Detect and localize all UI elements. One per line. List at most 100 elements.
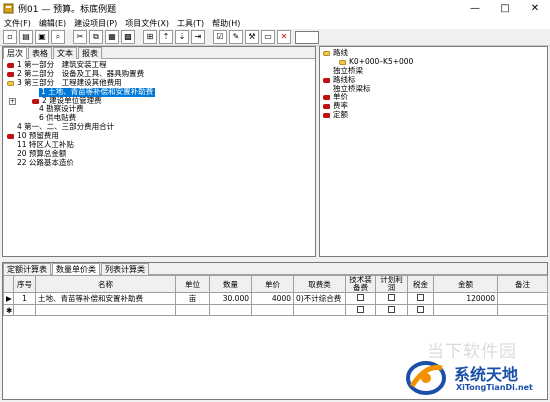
col-header-name[interactable]: 名称 [35, 275, 176, 293]
cell-unit[interactable] [175, 304, 210, 316]
tax-checkbox[interactable] [417, 305, 424, 313]
tab-quantity-price[interactable]: 数量单价类 [52, 263, 100, 275]
menu-project[interactable]: 建设项目(P) [70, 18, 121, 29]
bottom-tabs: 定额计算表 数量单价类 列表计算类 [3, 263, 547, 275]
cell-price[interactable]: 4000 [251, 292, 294, 305]
col-header-profit[interactable]: 计划利润 [375, 275, 408, 293]
tool-icon[interactable]: ⚒ [245, 30, 259, 44]
tab-quota-calc[interactable]: 定额计算表 [3, 263, 51, 275]
project-pane: 路线 K0+000–K5+000 独立桥梁 路线标 独立桥梁标 单价 费率 定额 [319, 46, 548, 257]
folder-red-icon [7, 62, 14, 68]
cell-unit[interactable]: 亩 [175, 292, 210, 305]
col-header-tax[interactable]: 税金 [407, 275, 434, 293]
top-tabs: 层次 表格 文本 报表 [3, 47, 315, 59]
cell-remark[interactable] [497, 292, 548, 305]
col-header-price[interactable]: 单价 [251, 275, 294, 293]
col-header-fee[interactable]: 取费类 [293, 275, 346, 293]
menu-help[interactable]: 帮助(H) [208, 18, 244, 29]
right-tree-item[interactable]: 定额 [323, 110, 547, 120]
menu-bar: 文件(F) 编辑(E) 建设项目(P) 项目文件(X) 工具(T) 帮助(H) [0, 17, 550, 29]
folder-open-icon [7, 80, 14, 86]
folder-red-icon [7, 71, 14, 77]
folder-open-icon [323, 50, 330, 56]
cell-seq[interactable] [13, 304, 36, 316]
profit-checkbox[interactable] [388, 294, 395, 301]
cell-fee[interactable]: 0)不计综合费 [293, 292, 346, 305]
delete-icon[interactable]: ✕ [277, 30, 291, 44]
tax-checkbox[interactable] [417, 294, 424, 301]
table-row-new[interactable]: ✱ [3, 304, 548, 316]
cell-equipment[interactable] [345, 292, 376, 305]
col-header-equipment[interactable]: 技术装备费 [345, 275, 376, 293]
maximize-button[interactable]: □ [490, 0, 520, 17]
tab-hierarchy[interactable]: 层次 [3, 47, 27, 59]
tab-text[interactable]: 文本 [53, 47, 77, 59]
check-icon[interactable]: ☑ [213, 30, 227, 44]
hierarchy-tree: 1 第一部分 建筑安装工程 2 第二部分 设备及工具、器具购置费 3 第三部分 … [3, 59, 315, 168]
paste-icon[interactable]: ▦ [105, 30, 119, 44]
tree-item[interactable]: 22 公路基本造价 [7, 158, 315, 168]
col-header-seq[interactable]: 序号 [13, 275, 36, 293]
folder-red-icon [32, 98, 39, 104]
copy-icon[interactable]: ⧉ [89, 30, 103, 44]
cut-icon[interactable]: ✂ [73, 30, 87, 44]
equipment-checkbox[interactable] [357, 305, 364, 313]
cell-price[interactable] [251, 304, 294, 316]
new-row-icon[interactable]: ✱ [3, 304, 14, 316]
right-tree-item[interactable]: 单价 [323, 93, 547, 102]
menu-file[interactable]: 文件(F) [0, 18, 35, 29]
row-indicator-header [3, 275, 14, 293]
close-button[interactable]: ✕ [520, 0, 550, 17]
cell-qty[interactable] [209, 304, 252, 316]
folder-open-icon [339, 59, 346, 65]
toolbar-input[interactable] [295, 30, 319, 44]
calc-icon[interactable]: ▩ [121, 30, 135, 44]
profit-checkbox[interactable] [388, 305, 395, 313]
calculation-panel: 定额计算表 数量单价类 列表计算类 序号 名称 单位 数量 单价 取费类 技术装… [2, 262, 548, 400]
col-header-qty[interactable]: 数量 [209, 275, 252, 293]
move-up-icon[interactable]: ⇡ [159, 30, 173, 44]
cell-profit[interactable] [375, 292, 408, 305]
cell-seq[interactable]: 1 [13, 292, 36, 305]
indent-icon[interactable]: ⇥ [191, 30, 205, 44]
move-down-icon[interactable]: ⇣ [175, 30, 189, 44]
window-controls: — □ ✕ [460, 0, 550, 17]
new-file-icon[interactable]: ▫ [3, 30, 17, 44]
right-tree-item[interactable]: 独立桥梁 [323, 66, 547, 76]
menu-project-file[interactable]: 项目文件(X) [121, 18, 173, 29]
menu-tools[interactable]: 工具(T) [173, 18, 208, 29]
cell-remark[interactable] [497, 304, 548, 316]
folder-red-icon [7, 134, 14, 140]
tab-table[interactable]: 表格 [28, 47, 52, 59]
cell-name[interactable]: 土地、青苗等补偿和安置补助费 [35, 292, 176, 305]
tab-list-calc[interactable]: 列表计算类 [101, 263, 149, 275]
cell-qty[interactable]: 30.000 [209, 292, 252, 305]
cell-tax[interactable] [407, 292, 434, 305]
insert-row-icon[interactable]: ⊞ [143, 30, 157, 44]
equipment-checkbox[interactable] [357, 294, 364, 301]
cell-profit[interactable] [375, 304, 408, 316]
cell-fee[interactable] [293, 304, 346, 316]
col-header-remark[interactable]: 备注 [497, 275, 548, 293]
cell-equipment[interactable] [345, 304, 376, 316]
row-indicator-icon[interactable]: ▶ [3, 292, 14, 305]
tab-report[interactable]: 报表 [78, 47, 102, 59]
expand-icon[interactable]: + [9, 97, 16, 105]
table-row[interactable]: ▶ 1 土地、青苗等补偿和安置补助费 亩 30.000 4000 0)不计综合费… [3, 292, 548, 305]
open-file-icon[interactable]: ▤ [19, 30, 33, 44]
cell-amount[interactable] [433, 304, 498, 316]
save-icon[interactable]: ▣ [35, 30, 49, 44]
cell-amount[interactable]: 120000 [433, 292, 498, 305]
folder-red-icon [323, 104, 330, 110]
minimize-button[interactable]: — [460, 0, 490, 17]
col-header-unit[interactable]: 单位 [175, 275, 210, 293]
print-preview-icon[interactable]: ⌕ [51, 30, 65, 44]
edit-icon[interactable]: ✎ [229, 30, 243, 44]
window-icon[interactable]: ▭ [261, 30, 275, 44]
col-header-amount[interactable]: 金额 [433, 275, 498, 293]
menu-edit[interactable]: 编辑(E) [35, 18, 70, 29]
right-tree-item[interactable]: 费率 [323, 101, 547, 111]
right-tree-item[interactable]: 独立桥梁标 [323, 84, 547, 94]
cell-name[interactable] [35, 304, 176, 316]
cell-tax[interactable] [407, 304, 434, 316]
